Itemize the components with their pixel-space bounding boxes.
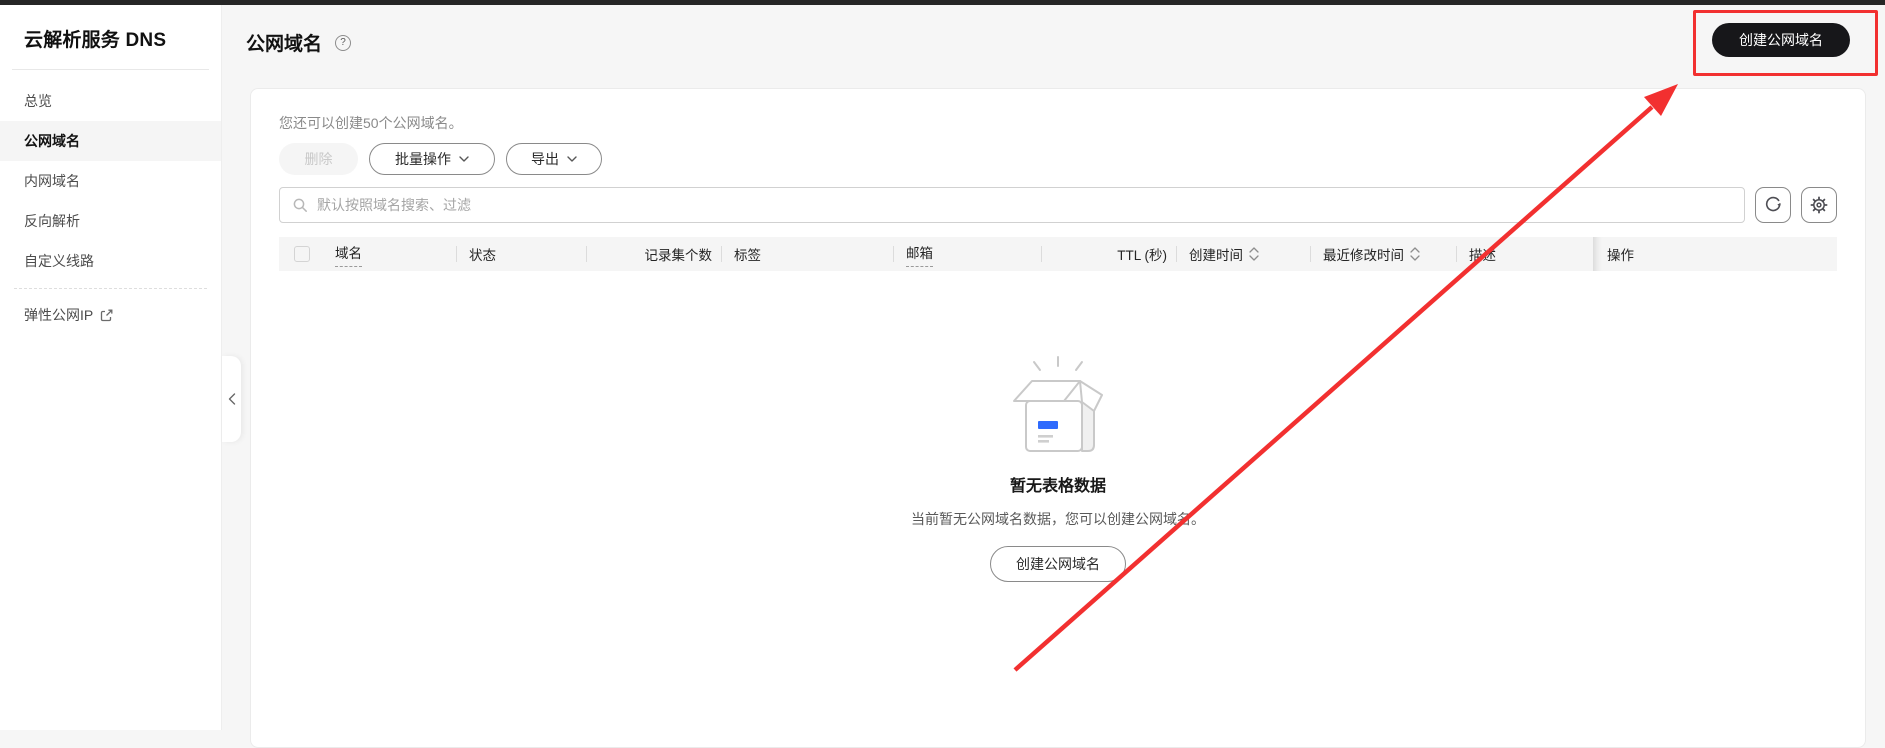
sidebar-item-custom-line[interactable]: 自定义线路 [0, 241, 221, 281]
table-header: 域名 状态 记录集个数 标签 邮箱 TTL (秒) 创建时间 最近修改时间 描述 操作 [279, 237, 1837, 271]
search-input[interactable] [317, 197, 1732, 213]
refresh-button[interactable] [1755, 187, 1791, 223]
column-label: TTL (秒) [1117, 244, 1167, 264]
column-header-email: 邮箱 [894, 237, 1042, 271]
refresh-icon [1764, 196, 1782, 214]
chevron-down-icon [567, 156, 577, 162]
chevron-down-icon [459, 156, 469, 162]
top-edge-bar [0, 0, 1885, 5]
sort-icon[interactable] [1410, 246, 1420, 262]
empty-title: 暂无表格数据 [279, 472, 1837, 496]
quota-text: 您还可以创建50个公网域名。 [279, 113, 1837, 133]
service-title: 云解析服务 DNS [24, 25, 221, 52]
sidebar-item-label: 弹性公网IP [24, 295, 93, 335]
chevron-left-icon [228, 393, 236, 405]
empty-description: 当前暂无公网域名数据，您可以创建公网域名。 [279, 509, 1837, 529]
sidebar-item-overview[interactable]: 总览 [0, 81, 221, 121]
sidebar-item-ptr-record[interactable]: 反向解析 [0, 201, 221, 241]
column-label: 记录集个数 [645, 244, 713, 264]
column-header-status: 状态 [457, 237, 587, 271]
select-all-cell [279, 237, 323, 271]
empty-box-icon [1012, 355, 1104, 455]
sidebar-item-public-zone[interactable]: 公网域名 [0, 121, 221, 161]
column-header-domain: 域名 [323, 237, 457, 271]
column-label: 域名 [335, 242, 362, 267]
sidebar-dashed-divider [14, 288, 207, 289]
column-label: 标签 [734, 244, 761, 264]
column-header-created[interactable]: 创建时间 [1177, 237, 1311, 271]
sidebar: 云解析服务 DNS 总览公网域名内网域名反向解析自定义线路 弹性公网IP [0, 5, 222, 730]
column-header-description: 描述 [1457, 237, 1593, 271]
column-header-recordsets: 记录集个数 [587, 237, 722, 271]
toolbar: 删除 批量操作 导出 [279, 143, 1837, 175]
zone-list-card: 您还可以创建50个公网域名。 删除 批量操作 导出 [250, 88, 1866, 748]
column-label: 操作 [1607, 244, 1634, 264]
empty-state: 暂无表格数据 当前暂无公网域名数据，您可以创建公网域名。 创建公网域名 [279, 271, 1837, 582]
create-public-zone-button-empty[interactable]: 创建公网域名 [990, 546, 1126, 582]
create-public-zone-button-top[interactable]: 创建公网域名 [1712, 23, 1850, 57]
column-label: 邮箱 [906, 242, 933, 267]
column-label: 创建时间 [1189, 244, 1243, 264]
sidebar-menu: 总览公网域名内网域名反向解析自定义线路 [0, 81, 221, 281]
page-title: 公网域名 [246, 29, 322, 56]
settings-button[interactable] [1801, 187, 1837, 223]
sidebar-item-private-zone[interactable]: 内网域名 [0, 161, 221, 201]
batch-operations-label: 批量操作 [395, 149, 451, 169]
export-label: 导出 [531, 149, 559, 169]
sidebar-item-eip[interactable]: 弹性公网IP [0, 295, 221, 335]
column-header-operation: 操作 [1593, 237, 1837, 271]
search-box [279, 187, 1745, 223]
sort-icon[interactable] [1249, 246, 1259, 262]
main-content: 公网域名 ? 创建公网域名 您还可以创建50个公网域名。 删除 批量操作 导出 [222, 5, 1885, 730]
external-link-icon [100, 309, 113, 322]
column-label: 描述 [1469, 244, 1496, 264]
search-icon [292, 197, 308, 213]
batch-operations-button[interactable]: 批量操作 [369, 143, 495, 175]
column-label: 状态 [469, 244, 496, 264]
select-all-checkbox[interactable] [294, 246, 310, 262]
column-header-tags: 标签 [722, 237, 894, 271]
help-icon[interactable]: ? [335, 35, 351, 51]
column-label: 最近修改时间 [1323, 244, 1404, 264]
page-header: 公网域名 ? [246, 29, 351, 56]
export-button[interactable]: 导出 [506, 143, 602, 175]
sidebar-divider [12, 69, 209, 70]
delete-button[interactable]: 删除 [279, 143, 358, 175]
sidebar-collapse-handle[interactable] [222, 356, 241, 442]
column-header-ttl: TTL (秒) [1042, 237, 1177, 271]
column-header-modified[interactable]: 最近修改时间 [1311, 237, 1457, 271]
gear-icon [1810, 196, 1828, 214]
search-row [279, 187, 1837, 223]
